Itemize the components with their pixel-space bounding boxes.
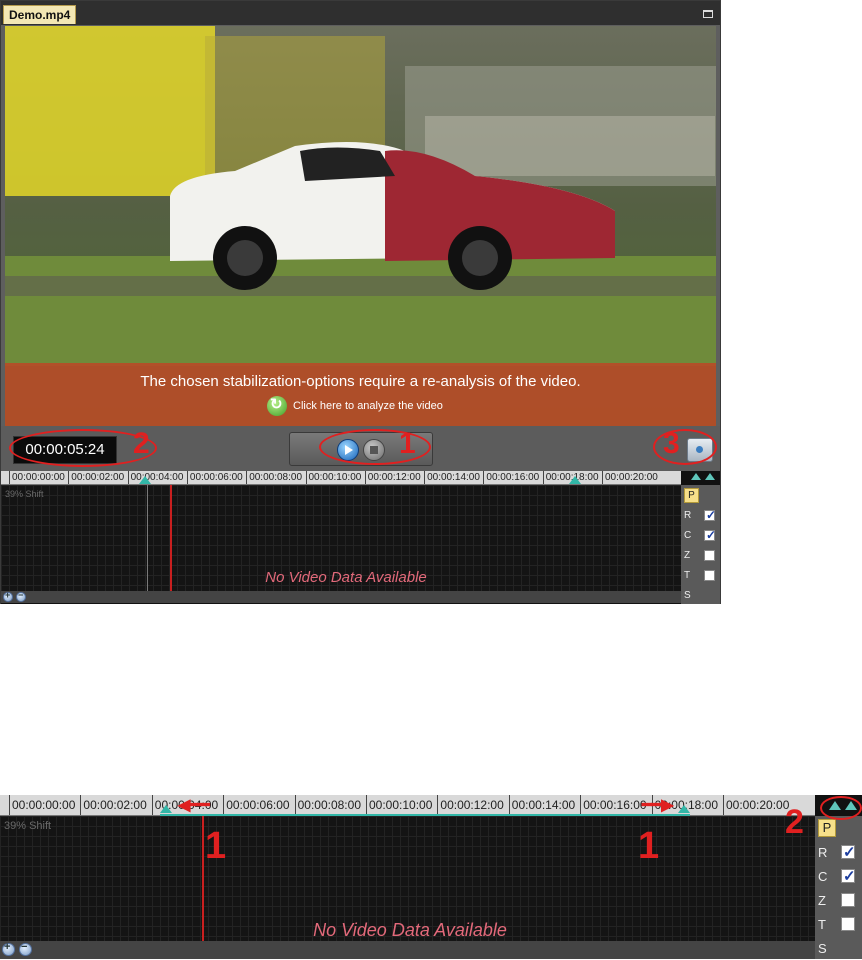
channel-checkbox-r[interactable] (841, 843, 856, 861)
timeline-panel-zoomed: 00:00:00:00 00:00:02:00 00:00:04:00 00:00:0… (0, 795, 862, 959)
channel-checkbox-t[interactable] (704, 569, 715, 581)
channel-row-z: Z (815, 888, 855, 912)
zoom-controls (1, 590, 26, 602)
channel-label: R (684, 509, 692, 521)
channel-checkbox-c[interactable] (841, 867, 856, 885)
banner-message: The chosen stabilization-options require… (140, 373, 581, 390)
tab-file[interactable]: Demo.mp4 (3, 5, 77, 24)
channel-checkbox-z[interactable] (704, 549, 715, 561)
no-data-message: No Video Data Available (265, 569, 427, 586)
tick-label: 00:00:02:00 (80, 795, 147, 815)
callout-number-range-buttons: 2 (785, 803, 804, 841)
range-end-handle[interactable] (569, 476, 581, 484)
callout-ellipse-range-buttons (820, 796, 862, 820)
channel-row-r: R (815, 840, 856, 864)
shift-label-zoomed: 39% Shift (4, 820, 52, 832)
zoom-out-icon[interactable] (16, 590, 26, 602)
tick-label: 00:00:08:00 (294, 795, 361, 815)
channel-row-t: T (815, 912, 855, 936)
tick-label: 00:00:04:00 (127, 471, 183, 484)
range-end-handle-zoomed[interactable] (678, 805, 690, 813)
playhead-zoomed[interactable] (202, 816, 204, 941)
analyze-link-label: Click here to analyze the video (293, 400, 443, 412)
range-start-line (147, 485, 148, 591)
tick-label: 00:00:14:00 (424, 471, 480, 484)
channel-label: R (818, 844, 828, 860)
callout-number-snapshot: 3 (663, 427, 680, 460)
channel-label: T (818, 916, 826, 932)
channel-label: S (684, 589, 691, 601)
tick-label: 00:00:06:00 (223, 795, 290, 815)
video-preview: The chosen stabilization-options require… (5, 26, 716, 426)
channel-checkbox-t[interactable] (841, 917, 855, 931)
channel-row-s: S (815, 936, 836, 960)
tick-label: 00:00:14:00 (508, 795, 575, 815)
channel-label[interactable]: P (818, 819, 836, 837)
channel-row-s: S (681, 585, 699, 605)
tick-label: 00:00:10:00 (305, 471, 361, 484)
callout-number-timecode: 2 (133, 427, 150, 460)
tick-label: 00:00:10:00 (366, 795, 432, 815)
timeline-panel: 00:00:00:00 00:00:02:00 00:00:04:00 00:00:0… (1, 471, 720, 604)
channel-checkbox-z[interactable] (841, 893, 855, 907)
channel-label: S (818, 940, 827, 956)
callout-number-range-end: 1 (638, 825, 660, 867)
range-right-button[interactable] (705, 473, 715, 480)
graph-area-zoomed[interactable]: 39% Shift No Video Data Available (0, 816, 815, 941)
tick-label: 00:00:12:00 (364, 471, 421, 484)
no-data-message-zoomed: No Video Data Available (313, 920, 507, 940)
zoom-in-icon[interactable] (3, 590, 13, 602)
tick-label: 00:00:12:00 (437, 795, 504, 815)
callout-number-transport: 1 (399, 427, 416, 460)
arrow-left-icon: ◀━━ (178, 797, 210, 814)
playhead[interactable] (170, 485, 172, 591)
range-start-handle-zoomed[interactable] (160, 805, 172, 813)
tick-label: 00:00:02:00 (68, 471, 124, 484)
arrow-right-icon: ━━▶ (642, 797, 674, 814)
timeline-scrollbar[interactable] (1, 590, 681, 603)
range-start-handle[interactable] (139, 476, 151, 484)
tick-label: 00:00:16:00 (580, 795, 647, 815)
tick-label: 00:00:16:00 (483, 471, 539, 484)
reanalysis-banner: The chosen stabilization-options require… (5, 363, 716, 426)
channel-row-z: Z (681, 545, 715, 565)
tick-label: 00:00:00:00 (9, 795, 75, 815)
zoom-controls-zoomed (0, 941, 32, 956)
channel-row-c: C (815, 864, 856, 888)
channel-row-r: R (681, 505, 716, 525)
channel-label: Z (818, 892, 826, 908)
tick-label: 00:00:20:00 (602, 471, 658, 484)
channel-checkbox-c[interactable] (704, 528, 716, 542)
channel-label: Z (684, 549, 691, 561)
tick-label: 00:00:00:00 (9, 471, 65, 484)
channel-row-c: C (681, 525, 716, 545)
timeline-scrollbar-zoomed[interactable] (0, 941, 815, 959)
channel-row-t: T (681, 565, 715, 585)
tick-label: 00:00:06:00 (186, 471, 243, 484)
callout-number-range-start: 1 (205, 825, 227, 867)
channel-row-p: P (681, 485, 699, 505)
maximize-icon[interactable] (703, 10, 713, 18)
graph-area[interactable]: 39% Shift No Video Data Available (1, 485, 681, 591)
channel-label[interactable]: P (684, 487, 699, 503)
tick-label: 00:00:20:00 (723, 795, 789, 815)
shift-label: 39% Shift (5, 489, 44, 499)
channel-row-p: P (815, 816, 836, 840)
channel-panel: PRCZTS (681, 485, 720, 604)
zoom-out-icon-zoomed[interactable] (19, 941, 32, 956)
channel-label: C (684, 529, 692, 541)
tab-bar: Demo.mp4 (1, 1, 720, 25)
player-window: Demo.mp4 The chosen stabilization-option… (0, 0, 721, 604)
time-ruler-zoomed[interactable]: 00:00:00:00 00:00:02:00 00:00:04:00 00:00:0… (0, 795, 815, 816)
tick-label: 00:00:08:00 (246, 471, 302, 484)
range-left-button[interactable] (691, 473, 701, 480)
refresh-icon (267, 395, 287, 416)
zoom-in-icon-zoomed[interactable] (2, 941, 15, 956)
analyze-video-link[interactable]: Click here to analyze the video (267, 395, 443, 417)
channel-panel-zoomed: PRCZTS (815, 816, 862, 959)
channel-label: T (684, 569, 691, 581)
channel-label: C (818, 868, 828, 884)
channel-checkbox-r[interactable] (704, 508, 716, 522)
